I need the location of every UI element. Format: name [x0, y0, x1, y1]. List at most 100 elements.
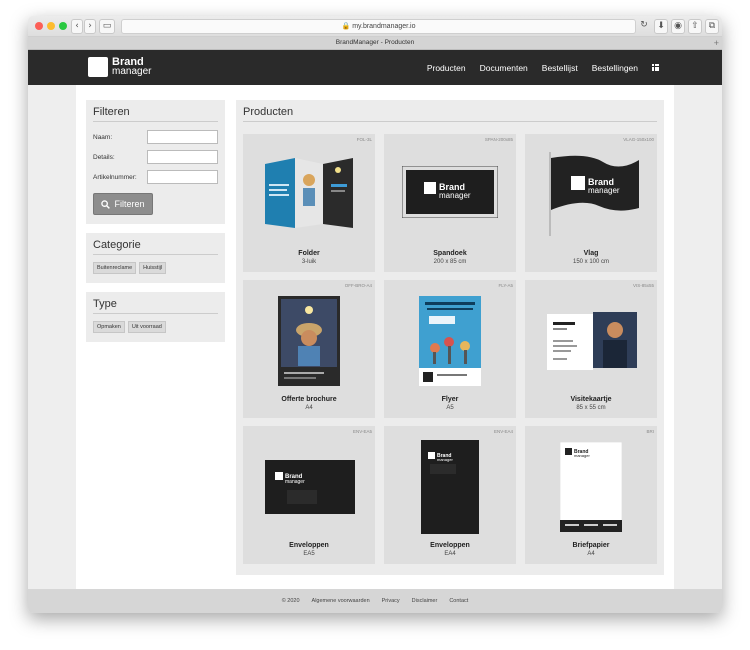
- tag-huisstijl[interactable]: Huisstijl: [139, 262, 167, 274]
- flyer-image: [419, 296, 481, 386]
- products-title: Producten: [243, 100, 657, 122]
- brandmanager-logo[interactable]: Brand manager: [88, 57, 151, 77]
- product-name: Briefpapier: [572, 542, 610, 549]
- browser-titlebar: ‹ › ▭ 🔒 my.brandmanager.io ↻ ⬇ ◉ ⇧ ⧉: [28, 16, 722, 37]
- svg-text:manager: manager: [574, 453, 590, 458]
- nav-item-documenten[interactable]: Documenten: [480, 63, 528, 73]
- product-card-folder[interactable]: FOL-3L Folder 3-luik: [243, 134, 375, 272]
- details-input[interactable]: [147, 150, 218, 164]
- product-name: Enveloppen: [430, 542, 470, 549]
- tag-buitenreclame[interactable]: Buitenreclame: [93, 262, 137, 274]
- product-card-spandoek[interactable]: SPAN-200x85 Brand manager Spandoek 200 x…: [384, 134, 516, 272]
- nav-item-bestellingen[interactable]: Bestellingen: [592, 63, 638, 73]
- product-code: ENV-EA5: [352, 429, 372, 434]
- product-card-flyer[interactable]: FLY-A5 Flyer A5: [384, 280, 516, 418]
- browser-window: ‹ › ▭ 🔒 my.brandmanager.io ↻ ⬇ ◉ ⇧ ⧉ Bra…: [28, 16, 722, 613]
- letterhead-image: Brand manager: [560, 442, 622, 532]
- sidebar-toggle-icon[interactable]: ▭: [99, 19, 115, 34]
- product-card-briefpapier[interactable]: BRI Brand manager Briefpapier A4: [525, 426, 657, 564]
- close-window-button[interactable]: [35, 22, 43, 30]
- type-tags: Opmaken Uit voorraad: [86, 314, 225, 340]
- page-content: Filteren Naam: Details: Artikelnummer: F…: [76, 85, 674, 590]
- product-details: 3-luik: [301, 259, 317, 265]
- details-filter-row: Details:: [93, 148, 218, 166]
- type-panel: Type Opmaken Uit voorraad: [86, 292, 225, 342]
- minimize-window-button[interactable]: [47, 22, 55, 30]
- business-card-image: [547, 312, 637, 370]
- product-card-offerte-brochure[interactable]: OFF-BRO-A4 Offerte brochure A4: [243, 280, 375, 418]
- name-input[interactable]: [147, 130, 218, 144]
- new-tab-icon[interactable]: +: [714, 37, 719, 49]
- footer-link-terms[interactable]: Algemene voorwaarden: [312, 598, 370, 604]
- product-name: Enveloppen: [289, 542, 329, 549]
- product-details: 150 x 100 cm: [572, 259, 610, 265]
- product-code: OFF-BRO-A4: [344, 283, 372, 288]
- product-name: Offerte brochure: [281, 396, 337, 403]
- footer-link-privacy[interactable]: Privacy: [382, 598, 400, 604]
- product-details: 85 x 55 cm: [576, 405, 606, 411]
- download-icon[interactable]: ⬇: [654, 19, 668, 34]
- product-code: ENV-EA4: [493, 429, 513, 434]
- svg-text:manager: manager: [437, 457, 453, 462]
- footer-link-contact[interactable]: Contact: [449, 598, 468, 604]
- back-arrow-icon[interactable]: ‹: [71, 19, 83, 34]
- product-name: Vlag: [583, 250, 599, 257]
- product-name: Spandoek: [433, 250, 467, 257]
- filter-button-label: Filteren: [114, 199, 145, 209]
- product-code: VIS-85x55: [632, 283, 654, 288]
- zoom-window-button[interactable]: [59, 22, 67, 30]
- banner-image: Brand manager: [402, 166, 498, 218]
- nav-item-bestellijst[interactable]: Bestellijst: [542, 63, 578, 73]
- site-footer: © 2020 Algemene voorwaarden Privacy Disc…: [28, 589, 722, 613]
- filter-title: Filteren: [93, 100, 218, 122]
- envelope-ea4-image: Brand manager: [421, 440, 479, 534]
- grid-icon[interactable]: [652, 64, 659, 71]
- product-details: A4: [305, 405, 313, 411]
- logo-text: Brand manager: [112, 57, 151, 77]
- footer-copyright: © 2020: [281, 598, 300, 604]
- tabs-overview-icon[interactable]: ⧉: [705, 19, 719, 34]
- forward-arrow-icon[interactable]: ›: [84, 19, 96, 34]
- product-name: Folder: [298, 250, 320, 257]
- filter-button[interactable]: Filteren: [93, 193, 153, 215]
- name-filter-row: Naam:: [93, 128, 218, 146]
- products-panel: Producten FOL-3L Folder 3-luik SPAN-200x…: [236, 100, 664, 575]
- name-label: Naam:: [93, 133, 113, 141]
- search-icon: [101, 199, 111, 209]
- product-code: SPAN-200x85: [484, 137, 513, 142]
- category-title: Categorie: [93, 233, 218, 255]
- product-code: BRI: [646, 429, 654, 434]
- product-card-enveloppen-ea4[interactable]: ENV-EA4 Brand manager Enveloppen EA4: [384, 426, 516, 564]
- footer-link-disclaimer[interactable]: Disclaimer: [412, 598, 438, 604]
- product-code: FLY-A5: [498, 283, 513, 288]
- product-card-enveloppen-ea5[interactable]: ENV-EA5 Brand manager Enveloppen EA5: [243, 426, 375, 564]
- flag-image: Brand manager: [549, 152, 639, 236]
- filter-panel: Filteren Naam: Details: Artikelnummer: F…: [86, 100, 225, 224]
- tag-uit-voorraad[interactable]: Uit voorraad: [127, 321, 166, 333]
- article-number-filter-row: Artikelnummer:: [93, 168, 218, 186]
- product-details: EA4: [444, 551, 456, 557]
- active-tab-title[interactable]: BrandManager - Producten: [336, 39, 414, 46]
- category-tags: Buitenreclame Huisstijl: [86, 255, 225, 281]
- top-navigation: Brand manager Producten Documenten Beste…: [28, 50, 722, 85]
- article-number-input[interactable]: [147, 170, 218, 184]
- extension-icon[interactable]: ◉: [671, 19, 685, 34]
- type-title: Type: [93, 292, 218, 314]
- logo-line2: manager: [112, 66, 152, 77]
- share-icon[interactable]: ⇧: [688, 19, 702, 34]
- folder-image: [265, 158, 353, 228]
- tab-bar: BrandManager - Producten +: [28, 37, 722, 50]
- brochure-image: [278, 296, 340, 386]
- envelope-ea5-image: Brand manager: [265, 460, 355, 514]
- product-card-visitekaartje[interactable]: VIS-85x55 Visitekaartje 85 x 55 cm: [525, 280, 657, 418]
- product-details: A5: [446, 405, 454, 411]
- nav-item-producten[interactable]: Producten: [427, 63, 466, 73]
- product-details: 200 x 85 cm: [433, 259, 467, 265]
- product-card-vlag[interactable]: VLAG-150x100 Brand manager Vlag 150 x 10…: [525, 134, 657, 272]
- tag-opmaken[interactable]: Opmaken: [93, 321, 125, 333]
- svg-text:manager: manager: [588, 186, 620, 195]
- reload-icon[interactable]: ↻: [639, 19, 649, 32]
- address-bar[interactable]: 🔒 my.brandmanager.io: [121, 19, 636, 34]
- product-details: A4: [587, 551, 595, 557]
- url-text: my.brandmanager.io: [352, 23, 416, 30]
